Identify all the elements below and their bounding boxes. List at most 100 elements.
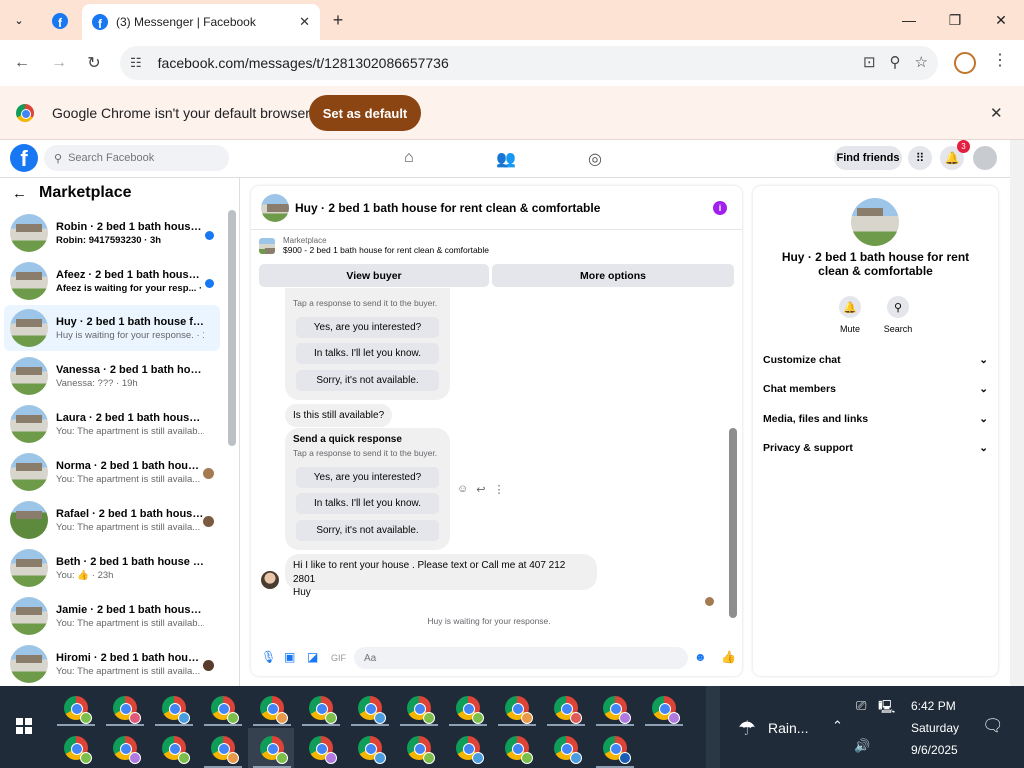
conversation-item[interactable]: Laura · 2 bed 1 bath house for r... You:… bbox=[4, 401, 220, 447]
chat-scrollbar-thumb[interactable] bbox=[729, 428, 737, 618]
chrome-window-icon[interactable] bbox=[505, 696, 533, 724]
conversation-item[interactable]: Beth · 2 bed 1 bath house for re... You:… bbox=[4, 545, 220, 591]
conversation-item[interactable]: Hiromi · 2 bed 1 bath house f... You: Th… bbox=[4, 641, 220, 687]
chrome-window-icon[interactable] bbox=[162, 736, 190, 764]
chrome-window-icon[interactable] bbox=[162, 696, 190, 724]
facebook-search[interactable]: ⚲ bbox=[44, 145, 229, 171]
facebook-logo[interactable]: f bbox=[10, 144, 38, 172]
quick-reply-talks-button[interactable]: In talks. I'll let you know. bbox=[296, 343, 439, 364]
chat-avatar[interactable] bbox=[261, 193, 289, 222]
chrome-window-icon[interactable] bbox=[113, 696, 141, 724]
chrome-window-icon[interactable] bbox=[554, 696, 582, 724]
chat-members-row[interactable]: Chat members ⌄ bbox=[763, 378, 988, 400]
view-buyer-button[interactable]: View buyer bbox=[259, 264, 489, 287]
sender-avatar[interactable] bbox=[261, 571, 279, 589]
chat-title[interactable]: Huy · 2 bed 1 bath house for rent clean … bbox=[295, 201, 600, 215]
chrome-window-icon[interactable] bbox=[64, 736, 92, 764]
chrome-window-icon[interactable] bbox=[64, 696, 92, 724]
photo-icon[interactable]: ▣ bbox=[284, 650, 295, 664]
marketplace-listing[interactable]: Marketplace $900 - 2 bed 1 bath house fo… bbox=[259, 236, 489, 255]
quick-reply-sorry-button[interactable]: Sorry, it's not available. bbox=[296, 370, 439, 391]
find-friends-button[interactable]: Find friends bbox=[834, 146, 902, 170]
set-as-default-button[interactable]: Set as default bbox=[309, 95, 421, 131]
chrome-window-icon[interactable] bbox=[554, 736, 582, 764]
chat-scrollbar[interactable] bbox=[729, 300, 737, 630]
chrome-window-icon[interactable] bbox=[456, 696, 484, 724]
quick-reply-yes-button[interactable]: Yes, are you interested? bbox=[296, 317, 439, 338]
weather-text[interactable]: Rain... bbox=[768, 720, 808, 736]
chrome-window-icon[interactable] bbox=[358, 696, 386, 724]
like-thumb-icon[interactable]: 👍 bbox=[721, 650, 736, 664]
quick-reply-yes-button[interactable]: Yes, are you interested? bbox=[296, 467, 439, 488]
address-bar[interactable]: ☷ facebook.com/messages/t/12813020866577… bbox=[120, 46, 938, 80]
conversation-item[interactable]: Jamie · 2 bed 1 bath house for r... You:… bbox=[4, 593, 220, 639]
privacy-support-row[interactable]: Privacy & support ⌄ bbox=[763, 437, 988, 459]
close-tab-icon[interactable]: ✕ bbox=[299, 14, 310, 30]
forward-button[interactable]: → bbox=[46, 50, 72, 76]
chrome-window-icon[interactable] bbox=[603, 696, 631, 724]
conversation-item[interactable]: Vanessa · 2 bed 1 bath house fo... Vanes… bbox=[4, 353, 220, 399]
sticker-icon[interactable]: ◪ bbox=[307, 650, 318, 664]
conversation-item[interactable]: Afeez · 2 bed 1 bath house fo... Afeez i… bbox=[4, 258, 220, 304]
page-scrollbar[interactable] bbox=[1010, 140, 1024, 686]
taskbar-scrollbar[interactable] bbox=[706, 686, 720, 768]
conversation-item[interactable]: Robin · 2 bed 1 bath house fo... Robin: … bbox=[4, 210, 220, 256]
search-input[interactable] bbox=[68, 152, 209, 164]
microphone-icon[interactable]: 🎙 bbox=[261, 650, 276, 664]
meet-now-icon[interactable]: ⎚ bbox=[856, 698, 866, 714]
install-app-icon[interactable]: ⊡ bbox=[863, 53, 876, 71]
more-options-button[interactable]: More options bbox=[492, 264, 734, 287]
reload-button[interactable]: ↻ bbox=[81, 50, 107, 76]
chrome-window-icon[interactable] bbox=[211, 736, 239, 764]
clock-day[interactable]: Saturday bbox=[911, 721, 959, 735]
info-icon[interactable]: i bbox=[713, 201, 727, 215]
conversation-avatar[interactable] bbox=[851, 198, 899, 246]
message-input[interactable] bbox=[354, 647, 688, 669]
chrome-window-icon[interactable] bbox=[113, 736, 141, 764]
windows-start-icon[interactable] bbox=[16, 718, 32, 734]
home-icon[interactable]: ⌂ bbox=[404, 149, 414, 167]
quick-reply-talks-button[interactable]: In talks. I'll let you know. bbox=[296, 493, 439, 514]
network-icon[interactable]: 🖳 bbox=[878, 698, 895, 720]
maximize-button[interactable]: ❐ bbox=[932, 4, 978, 36]
chrome-window-icon[interactable] bbox=[456, 736, 484, 764]
clock-date[interactable]: 9/6/2025 bbox=[911, 743, 958, 757]
chrome-window-icon[interactable] bbox=[603, 736, 631, 764]
friends-icon[interactable]: 👥 bbox=[496, 149, 516, 169]
media-files-links-row[interactable]: Media, files and links ⌄ bbox=[763, 408, 988, 430]
chrome-window-icon[interactable] bbox=[407, 736, 435, 764]
profile-avatar[interactable] bbox=[954, 52, 976, 74]
zoom-icon[interactable]: ⚲ bbox=[890, 53, 901, 71]
chrome-window-icon[interactable] bbox=[505, 736, 533, 764]
new-tab-button[interactable]: + bbox=[326, 8, 350, 32]
back-button[interactable]: ← bbox=[9, 50, 35, 76]
react-emoji-icon[interactable]: ☺ bbox=[457, 483, 468, 496]
minimize-button[interactable]: — bbox=[886, 4, 932, 36]
groups-icon[interactable]: ◎ bbox=[588, 149, 602, 169]
message-bubble[interactable]: Is this still available? bbox=[285, 404, 393, 427]
message-bubble[interactable]: Hi I like to rent your house . Please te… bbox=[285, 554, 597, 598]
chrome-window-icon[interactable] bbox=[211, 696, 239, 724]
search-action[interactable]: ⚲ Search bbox=[878, 296, 918, 334]
close-window-button[interactable]: ✕ bbox=[978, 4, 1024, 36]
mute-action[interactable]: 🔔 Mute bbox=[830, 296, 870, 334]
account-avatar[interactable] bbox=[973, 146, 997, 170]
browser-tab-messenger[interactable]: f (3) Messenger | Facebook ✕ bbox=[82, 4, 320, 40]
volume-icon[interactable]: 🔊 bbox=[854, 738, 870, 754]
chrome-window-icon[interactable] bbox=[260, 696, 288, 724]
chrome-window-icon[interactable] bbox=[309, 696, 337, 724]
chrome-window-icon[interactable] bbox=[358, 736, 386, 764]
chrome-window-icon[interactable] bbox=[652, 696, 680, 724]
reply-arrow-icon[interactable]: ↩ bbox=[476, 483, 485, 496]
gif-icon[interactable]: GIF bbox=[331, 653, 346, 663]
sidebar-scrollbar[interactable] bbox=[228, 210, 236, 446]
close-infobar-icon[interactable]: ✕ bbox=[990, 104, 1003, 122]
browser-tab-facebook[interactable]: f bbox=[42, 6, 78, 36]
conversation-item-active[interactable]: Huy · 2 bed 1 bath house for re... Huy i… bbox=[4, 305, 220, 351]
conversation-item[interactable]: Rafael · 2 bed 1 bath house f... You: Th… bbox=[4, 497, 220, 543]
menu-grid-icon[interactable]: ⠿ bbox=[908, 146, 932, 170]
conversation-item[interactable]: Norma · 2 bed 1 bath house f... You: The… bbox=[4, 449, 220, 495]
weather-umbrella-icon[interactable]: ☂ bbox=[738, 716, 756, 741]
chrome-window-icon[interactable] bbox=[407, 696, 435, 724]
notification-center-icon[interactable]: 🗨 bbox=[982, 716, 1004, 736]
